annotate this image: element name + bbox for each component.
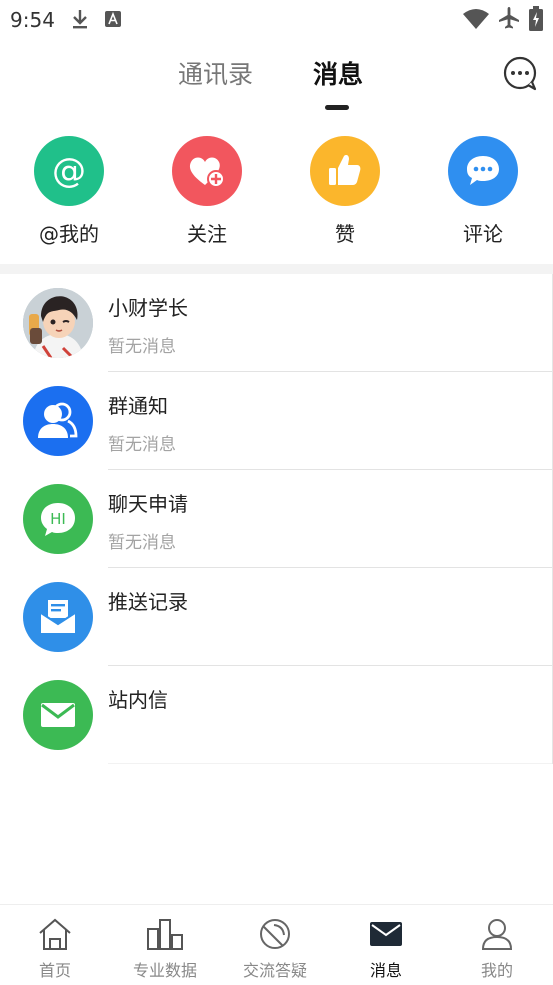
comment-icon — [448, 136, 518, 206]
airplane-icon — [499, 7, 519, 29]
inbox-icon — [23, 582, 93, 652]
nav-home[interactable]: 首页 — [0, 915, 110, 981]
list-item[interactable]: 推送记录 — [0, 568, 553, 666]
list-item-title: 小财学长 — [108, 296, 188, 320]
bottom-navigation: 首页 专业数据 交流答疑 消息 我的 — [0, 904, 553, 985]
battery-icon — [529, 6, 543, 31]
list-item-title: 站内信 — [108, 688, 168, 712]
quick-action-comments[interactable]: 评论 — [428, 136, 538, 247]
home-icon — [39, 918, 71, 950]
chat-options-icon[interactable] — [502, 55, 538, 91]
tab-messages[interactable]: 消息 — [313, 55, 363, 91]
nav-label: 专业数据 — [132, 961, 197, 980]
svg-text:HI: HI — [50, 510, 66, 528]
tab-contacts[interactable]: 通讯录 — [178, 55, 253, 91]
message-list: 小财学长 暂无消息 群通知 暂无消息 HI 聊天申请 暂无消息 推送记录 站内信 — [0, 274, 553, 764]
user-icon — [481, 919, 513, 950]
list-item-title: 聊天申请 — [108, 492, 188, 516]
list-item-subtitle: 暂无消息 — [108, 533, 176, 553]
group-icon — [23, 386, 93, 456]
nav-profile[interactable]: 我的 — [442, 915, 552, 981]
quick-action-label: @我的 — [39, 222, 99, 246]
nav-label: 我的 — [480, 961, 513, 980]
accessibility-icon — [105, 11, 121, 27]
mail-icon — [23, 680, 93, 750]
wifi-icon — [463, 9, 489, 29]
nav-professional-data[interactable]: 专业数据 — [110, 915, 220, 981]
list-item[interactable]: 群通知 暂无消息 — [0, 372, 553, 470]
nav-messages[interactable]: 消息 — [331, 915, 441, 981]
divider — [108, 763, 552, 764]
list-item-title: 群通知 — [108, 394, 168, 418]
svg-text:@: @ — [52, 151, 86, 191]
satellite-icon — [260, 919, 290, 949]
quick-action-follow[interactable]: 关注 — [152, 136, 262, 247]
list-item-subtitle: 暂无消息 — [108, 435, 176, 455]
list-item[interactable]: 小财学长 暂无消息 — [0, 274, 553, 372]
bar-chart-icon — [147, 919, 183, 950]
list-item-title: 推送记录 — [108, 590, 188, 614]
quick-action-likes[interactable]: 赞 — [290, 136, 400, 247]
envelope-icon — [370, 922, 402, 946]
list-item-subtitle: 暂无消息 — [108, 337, 176, 357]
download-icon — [73, 10, 87, 29]
quick-action-label: 评论 — [463, 222, 503, 246]
list-item[interactable]: HI 聊天申请 暂无消息 — [0, 470, 553, 568]
nav-label: 首页 — [38, 961, 71, 980]
hi-bubble-icon: HI — [23, 484, 93, 554]
section-divider — [0, 264, 553, 274]
active-tab-indicator — [325, 105, 349, 110]
status-time: 9:54 — [10, 8, 55, 32]
heart-plus-icon — [172, 136, 242, 206]
at-icon: @ — [34, 136, 104, 206]
status-bar: 9:54 — [0, 0, 553, 38]
nav-label: 消息 — [369, 961, 402, 980]
nav-label: 交流答疑 — [242, 961, 307, 980]
header-tabs: 通讯录 消息 — [0, 55, 553, 115]
quick-action-mentions[interactable]: @ @我的 — [14, 136, 124, 247]
list-item[interactable]: 站内信 — [0, 666, 553, 764]
nav-discussion[interactable]: 交流答疑 — [220, 915, 330, 981]
thumbs-up-icon — [310, 136, 380, 206]
quick-action-label: 关注 — [187, 222, 227, 246]
avatar — [23, 288, 93, 358]
quick-actions: @ @我的 关注 赞 评论 — [0, 136, 553, 246]
quick-action-label: 赞 — [335, 222, 355, 246]
